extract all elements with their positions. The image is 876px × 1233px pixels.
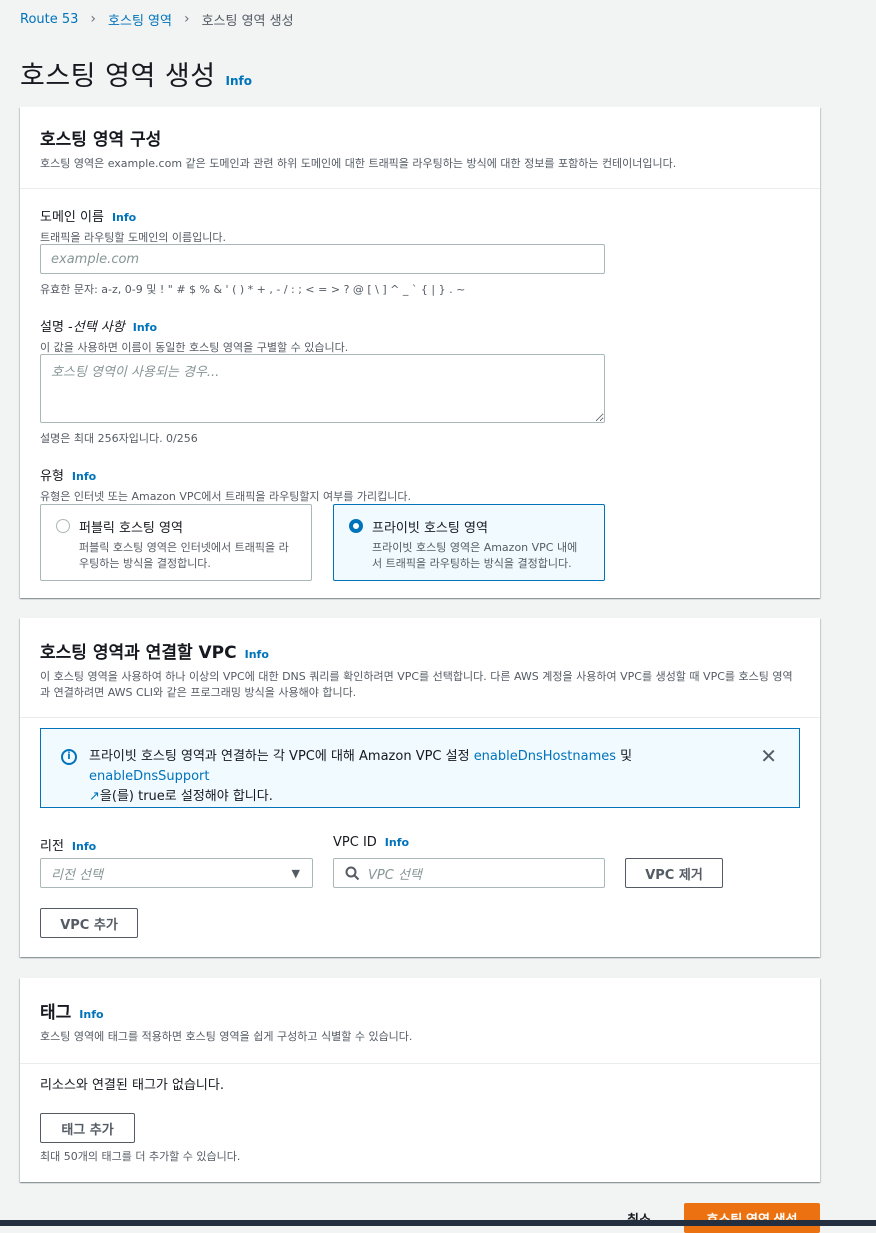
private-zone-desc-line1: 프라이빗 호스팅 영역은 Amazon VPC 내에 bbox=[372, 541, 578, 554]
domain-name-label-text: 도메인 이름 bbox=[40, 210, 104, 225]
breadcrumb-route53-link[interactable]: Route 53 bbox=[20, 12, 78, 27]
tags-panel-description: 호스팅 영역에 태그를 적용하면 호스팅 영역을 쉽게 구성하고 식별할 수 있… bbox=[40, 1030, 413, 1043]
chevron-right-icon: › bbox=[183, 11, 190, 27]
public-zone-radio[interactable] bbox=[56, 519, 70, 533]
domain-name-info-link[interactable]: Info bbox=[112, 211, 136, 224]
vpc-id-label: VPC ID Info bbox=[333, 835, 409, 850]
alert-text-mid: 및 bbox=[616, 749, 633, 764]
private-hosted-zone-tile[interactable]: 프라이빗 호스팅 영역 프라이빗 호스팅 영역은 Amazon VPC 내에 서… bbox=[333, 504, 605, 581]
add-tag-button[interactable]: 태그 추가 bbox=[40, 1113, 135, 1143]
vpc-panel-description: 이 호스팅 영역을 사용하여 하나 이상의 VPC에 대한 DNS 쿼리를 확인… bbox=[40, 669, 800, 701]
vpc-id-info-link[interactable]: Info bbox=[385, 836, 409, 849]
private-zone-desc-line2: 서 트래픽을 라우팅하는 방식을 결정합니다. bbox=[372, 557, 572, 570]
enable-dns-support-link[interactable]: enableDnsSupport bbox=[89, 769, 209, 784]
breadcrumb-current: 호스팅 영역 생성 bbox=[201, 13, 294, 29]
public-hosted-zone-tile[interactable]: 퍼블릭 호스팅 영역 퍼블릭 호스팅 영역은 인터넷에서 트래픽을 라 우팅하는… bbox=[40, 504, 312, 581]
region-label: 리전 Info bbox=[40, 835, 96, 854]
bottom-bar bbox=[0, 1220, 876, 1226]
dns-settings-alert: i 프라이빗 호스팅 영역과 연결하는 각 VPC에 대해 Amazon VPC… bbox=[40, 728, 800, 808]
page-title: 호스팅 영역 생성 bbox=[20, 61, 216, 92]
chevron-right-icon: › bbox=[90, 11, 97, 27]
breadcrumb: Route 53 › 호스팅 영역 › 호스팅 영역 생성 bbox=[20, 10, 294, 29]
search-icon bbox=[345, 866, 360, 881]
config-panel-title: 호스팅 영역 구성 bbox=[40, 130, 162, 150]
region-info-link[interactable]: Info bbox=[72, 840, 96, 853]
vpc-panel-header: 호스팅 영역과 연결할 VPC Info 이 호스팅 영역을 사용하여 하나 이… bbox=[20, 618, 820, 718]
tags-title-row: 태그 Info bbox=[40, 998, 800, 1023]
info-circle-icon: i bbox=[61, 749, 77, 765]
description-label-text: 설명 - bbox=[40, 320, 73, 335]
description-constraint: 설명은 최대 256자입니다. 0/256 bbox=[40, 432, 198, 445]
page-header: 호스팅 영역 생성 Info bbox=[20, 54, 252, 93]
config-panel-header: 호스팅 영역 구성 호스팅 영역은 example.com 같은 도메인과 관련… bbox=[20, 107, 820, 189]
hosted-zone-config-panel: 호스팅 영역 구성 호스팅 영역은 example.com 같은 도메인과 관련… bbox=[20, 107, 820, 598]
vpc-desc-line1: 이 호스팅 영역을 사용하여 하나 이상의 VPC에 대한 DNS 쿼리를 확인… bbox=[40, 670, 793, 683]
tags-panel: 태그 Info 호스팅 영역에 태그를 적용하면 호스팅 영역을 쉽게 구성하고… bbox=[20, 978, 820, 1182]
region-label-text: 리전 bbox=[40, 839, 64, 854]
tags-info-link[interactable]: Info bbox=[79, 1008, 103, 1021]
tag-limit-text: 최대 50개의 태그를 더 추가할 수 있습니다. bbox=[40, 1150, 241, 1163]
tags-panel-title: 태그 bbox=[40, 1003, 72, 1023]
region-select[interactable]: 리전 선택 ▼ bbox=[40, 858, 313, 888]
no-tags-message: 리소스와 연결된 태그가 없습니다. bbox=[40, 1078, 224, 1093]
type-label: 유형 Info bbox=[40, 465, 411, 484]
private-zone-description: 프라이빗 호스팅 영역은 Amazon VPC 내에 서 트래픽을 라우팅하는 … bbox=[372, 540, 592, 572]
external-link-icon[interactable]: ↗ bbox=[89, 789, 100, 804]
alert-text-before: 프라이빗 호스팅 영역과 연결하는 각 VPC에 대해 Amazon VPC 설… bbox=[89, 749, 474, 764]
remove-vpc-button[interactable]: VPC 제거 bbox=[625, 858, 723, 888]
enable-dns-hostnames-link[interactable]: enableDnsHostnames bbox=[474, 749, 616, 764]
private-zone-radio[interactable] bbox=[349, 519, 363, 533]
config-panel-description: 호스팅 영역은 example.com 같은 도메인과 관련 하위 도메인에 대… bbox=[40, 157, 677, 170]
alert-text-after: 을(를) true로 설정해야 합니다. bbox=[99, 789, 273, 804]
vpc-panel: 호스팅 영역과 연결할 VPC Info 이 호스팅 영역을 사용하여 하나 이… bbox=[20, 618, 820, 957]
region-select-placeholder: 리전 선택 bbox=[51, 867, 103, 883]
vpc-panel-title: 호스팅 영역과 연결할 VPC bbox=[40, 643, 237, 663]
public-zone-desc-line1: 퍼블릭 호스팅 영역은 인터넷에서 트래픽을 라 bbox=[79, 541, 289, 554]
vpc-desc-line2: 과 연결하려면 AWS CLI와 같은 프로그래밍 방식을 사용해야 합니다. bbox=[40, 686, 357, 699]
description-textarea[interactable] bbox=[40, 354, 605, 423]
description-info-link[interactable]: Info bbox=[133, 321, 157, 334]
description-label: 설명 - 선택 사항 Info bbox=[40, 316, 348, 335]
caret-down-icon: ▼ bbox=[291, 867, 300, 880]
domain-name-constraint: 유효한 문자: a-z, 0-9 및 ! " # $ % & ' ( ) * +… bbox=[40, 283, 466, 296]
private-zone-title: 프라이빗 호스팅 영역 bbox=[372, 521, 488, 536]
type-description: 유형은 인터넷 또는 Amazon VPC에서 트래픽을 라우팅할지 여부를 가… bbox=[40, 490, 412, 503]
vpc-id-search[interactable]: VPC 선택 bbox=[333, 858, 605, 888]
type-info-link[interactable]: Info bbox=[72, 470, 96, 483]
type-label-text: 유형 bbox=[40, 469, 64, 484]
add-vpc-button[interactable]: VPC 추가 bbox=[40, 908, 138, 938]
vpc-id-label-text: VPC ID bbox=[333, 835, 377, 850]
close-icon[interactable]: ✕ bbox=[760, 746, 777, 766]
public-zone-description: 퍼블릭 호스팅 영역은 인터넷에서 트래픽을 라 우팅하는 방식을 결정합니다. bbox=[79, 540, 299, 572]
description-field-description: 이 값을 사용하면 이름이 동일한 호스팅 영역을 구별할 수 있습니다. bbox=[40, 341, 349, 354]
vpc-panel-title-row: 호스팅 영역과 연결할 VPC Info bbox=[40, 638, 800, 663]
breadcrumb-hosted-zones-link[interactable]: 호스팅 영역 bbox=[108, 10, 172, 29]
vpc-id-placeholder: VPC 선택 bbox=[368, 867, 422, 883]
description-optional-text: 선택 사항 bbox=[72, 320, 125, 335]
vpc-info-link[interactable]: Info bbox=[245, 648, 269, 661]
public-zone-desc-line2: 우팅하는 방식을 결정합니다. bbox=[79, 557, 211, 570]
domain-name-input[interactable] bbox=[40, 244, 605, 274]
domain-name-label: 도메인 이름 Info bbox=[40, 206, 226, 225]
tags-panel-header: 태그 Info 호스팅 영역에 태그를 적용하면 호스팅 영역을 쉽게 구성하고… bbox=[20, 978, 820, 1064]
page-info-link[interactable]: Info bbox=[226, 74, 252, 88]
create-hosted-zone-button[interactable]: 호스팅 영역 생성 bbox=[684, 1203, 820, 1233]
public-zone-title: 퍼블릭 호스팅 영역 bbox=[79, 521, 183, 536]
domain-name-description: 트래픽을 라우팅할 도메인의 이름입니다. bbox=[40, 231, 227, 244]
